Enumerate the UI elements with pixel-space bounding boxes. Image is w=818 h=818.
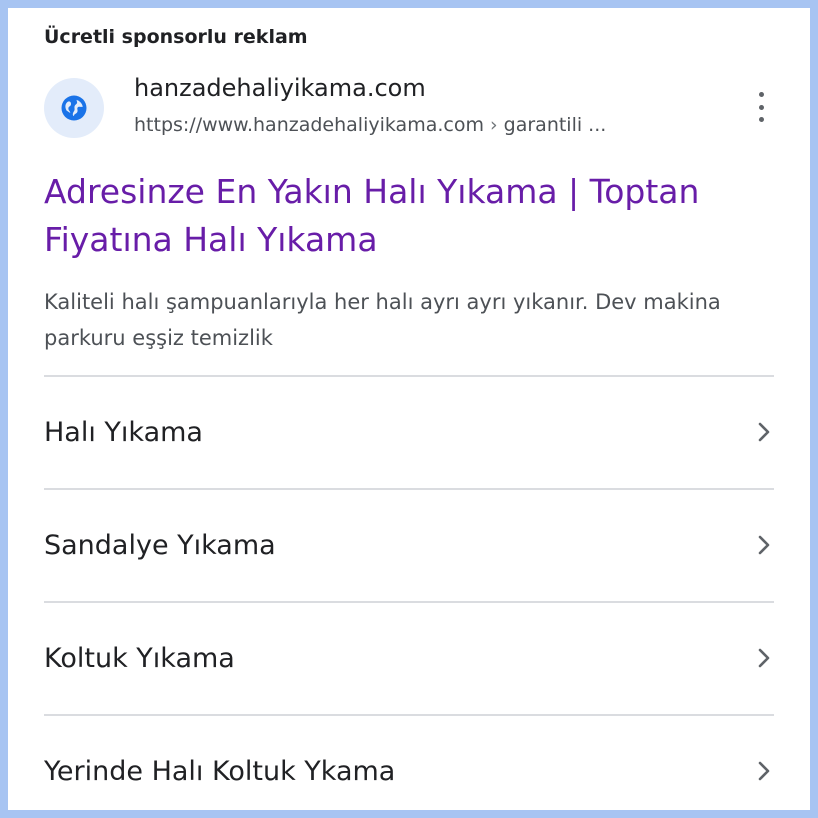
ad-display-url[interactable]: https://www.hanzadehaliyikama.com › gara… (134, 114, 754, 136)
ad-domain[interactable]: hanzadehaliyikama.com (134, 74, 426, 102)
chevron-right-icon (754, 644, 774, 672)
sitelink-label: Yerinde Halı Koltuk Ykama (44, 755, 396, 787)
globe-icon-glyph (61, 95, 87, 121)
breadcrumb-separator: › (490, 114, 504, 136)
sponsored-label: Ücretli sponsorlu reklam (44, 26, 308, 48)
sitelink-label: Sandalye Yıkama (44, 529, 276, 561)
chevron-right-icon (754, 418, 774, 446)
sitelink-koltuk-yikama[interactable]: Koltuk Yıkama (44, 603, 774, 713)
chevron-right-icon (754, 531, 774, 559)
sitelink-label: Koltuk Yıkama (44, 642, 235, 674)
ad-url-path: garantili ... (503, 114, 607, 136)
sitelink-hali-yikama[interactable]: Halı Yıkama (44, 377, 774, 487)
sitelink-yerinde-hali-koltuk-yikama[interactable]: Yerinde Halı Koltuk Ykama (44, 716, 774, 810)
globe-icon[interactable] (44, 78, 104, 138)
more-options-icon[interactable] (752, 92, 770, 122)
ad-description: Kaliteli halı şampuanlarıyla her halı ay… (44, 290, 721, 350)
sitelink-sandalye-yikama[interactable]: Sandalye Yıkama (44, 490, 774, 600)
ad-url: https://www.hanzadehaliyikama.com (134, 114, 484, 136)
ad-headline-link[interactable]: Adresinze En Yakın Halı Yıkama | Toptan … (44, 168, 784, 264)
chevron-right-icon (754, 757, 774, 785)
sitelink-label: Halı Yıkama (44, 416, 203, 448)
ad-card: Ücretli sponsorlu reklam hanzadehaliyika… (8, 8, 810, 810)
